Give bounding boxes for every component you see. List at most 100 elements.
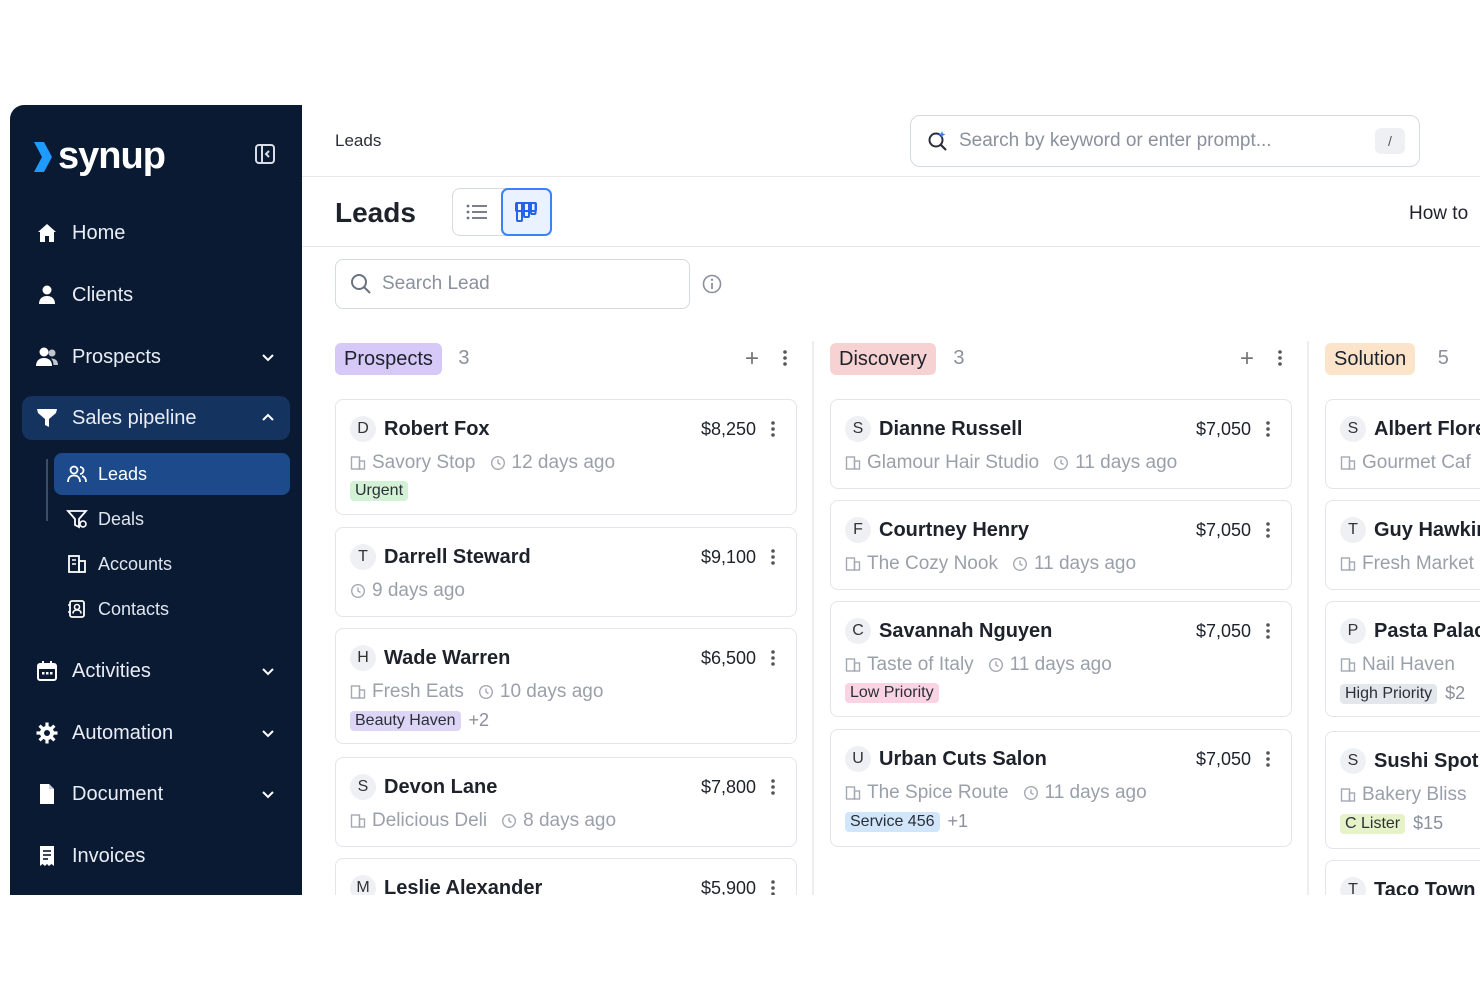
lead-card[interactable]: P Pasta Palac Nail Haven High Priority $2 [1325,601,1480,717]
invoice-icon [34,843,60,869]
lead-name[interactable]: Wade Warren [384,647,510,670]
sidebar-item-document[interactable]: Document [22,772,290,816]
info-icon[interactable] [702,274,722,294]
lead-name[interactable]: Guy Hawkir [1374,519,1480,542]
lead-card[interactable]: H Wade Warren $6,500 Fresh Eats 10 days ago B… [335,628,797,744]
sidebar-item-activities[interactable]: Activities [22,649,290,693]
extra-tags-count[interactable]: $15 [1413,813,1443,834]
global-search-input[interactable]: Search by keyword or enter prompt... / [910,115,1420,167]
stage-label[interactable]: Solution [1325,343,1416,375]
lead-amount: $7,050 [1195,419,1251,439]
lead-name[interactable]: Leslie Alexander [384,877,542,895]
sidebar-item-invoices[interactable]: Invoices [22,834,290,878]
card-more-icon[interactable] [770,879,776,895]
lead-name[interactable]: Taco Town [1374,879,1475,895]
card-more-icon[interactable] [770,649,776,667]
card-more-icon[interactable] [770,420,776,438]
board-view-button[interactable] [500,188,552,236]
list-view-button[interactable] [453,189,502,235]
lead-name[interactable]: Robert Fox [384,418,490,441]
card-more-icon[interactable] [1265,420,1271,438]
lead-tag[interactable]: High Priority [1340,683,1438,704]
add-lead-button[interactable]: + [1240,347,1254,371]
help-link[interactable]: How to [1409,203,1468,225]
lead-tag[interactable]: C Lister [1340,813,1406,834]
main-content: Leads Search by keyword or enter prompt.… [302,105,1480,895]
lead-name[interactable]: Albert Flore [1374,418,1480,441]
lead-card[interactable]: T Darrell Steward $9,100 9 days ago [335,527,797,617]
lead-card[interactable]: M Leslie Alexander $5,900 [335,858,797,895]
sidebar-subitem-leads[interactable]: Leads [54,453,290,495]
lead-card[interactable]: S Dianne Russell $7,050 Glamour Hair Studio… [830,399,1292,489]
lead-meta: Fresh Market [1340,553,1474,575]
avatar: F [845,517,871,543]
card-more-icon[interactable] [770,778,776,796]
lead-tag[interactable]: Urgent [350,481,409,501]
lead-amount: $7,800 [700,777,756,797]
sidebar-item-automation[interactable]: Automation [22,711,290,755]
lead-card[interactable]: S Devon Lane $7,800 Delicious Deli 8 days ag… [335,757,797,847]
lead-card[interactable]: F Courtney Henry $7,050 The Cozy Nook 11 day… [830,500,1292,590]
lead-tag[interactable]: Service 456 [845,811,940,832]
sidebar-item-prospects[interactable]: Prospects [22,335,290,379]
avatar: S [1340,748,1366,774]
breadcrumb[interactable]: Leads [335,131,381,151]
collapse-sidebar-icon[interactable] [254,143,276,165]
chevron-down-icon [262,791,274,799]
lead-meta: The Cozy Nook 11 days ago [845,553,1136,575]
brand-logo[interactable]: synup [32,135,166,178]
avatar: S [1340,416,1366,442]
column-header: Discovery 3 + [830,343,1292,377]
lead-card[interactable]: D Robert Fox $8,250 Savory Stop 12 days ago U… [335,399,797,515]
column-more-icon[interactable] [1277,349,1283,369]
card-more-icon[interactable] [770,548,776,566]
stage-label[interactable]: Discovery [830,343,936,375]
card-more-icon[interactable] [1265,750,1271,768]
lead-tag[interactable]: Low Priority [845,683,939,703]
lead-name[interactable]: Dianne Russell [879,418,1022,441]
sidebar-item-label: Sales pipeline [72,406,197,429]
extra-tags-count[interactable]: $2 [1445,683,1465,704]
lead-card[interactable]: T Guy Hawkir Fresh Market [1325,500,1480,590]
sidebar-item-sales-pipeline[interactable]: Sales pipeline [22,396,290,440]
sidebar-item-home[interactable]: Home [22,211,290,255]
lead-name[interactable]: Pasta Palac [1374,620,1480,643]
lead-tag[interactable]: Beauty Haven [350,710,461,731]
extra-tags-count[interactable]: +2 [469,710,490,731]
lead-search-placeholder: Search Lead [382,273,490,294]
lead-age: 11 days ago [1033,553,1137,574]
lead-company: Taste of Italy [867,654,974,675]
sidebar-subitem-contacts[interactable]: Contacts [54,588,290,630]
lead-name[interactable]: Courtney Henry [879,519,1029,542]
column-more-icon[interactable] [782,349,788,369]
lead-name[interactable]: Sushi Spot [1374,750,1478,773]
clock-icon [1054,455,1069,471]
document-icon [34,781,60,807]
sidebar-subitem-label: Deals [98,508,145,529]
lead-card[interactable]: T Taco Town [1325,860,1480,895]
contact-card-icon [66,598,88,620]
lead-card[interactable]: C Savannah Nguyen $7,050 Taste of Italy 11 d… [830,601,1292,717]
add-lead-button[interactable]: + [745,347,759,371]
lead-meta: Gourmet Caf [1340,452,1471,474]
lead-meta: Glamour Hair Studio 11 days ago [845,452,1177,474]
lead-meta: 9 days ago [350,580,465,602]
sidebar-item-clients[interactable]: Clients [22,273,290,317]
lead-name[interactable]: Devon Lane [384,776,497,799]
lead-name[interactable]: Urban Cuts Salon [879,748,1047,771]
stage-label[interactable]: Prospects [335,343,442,375]
card-more-icon[interactable] [1265,521,1271,539]
lead-name[interactable]: Savannah Nguyen [879,620,1052,643]
card-more-icon[interactable] [1265,622,1271,640]
lead-card[interactable]: S Sushi Spot Bakery Bliss C Lister $15 [1325,731,1480,849]
tag-row: Urgent [350,481,409,501]
extra-tags-count[interactable]: +1 [948,811,969,832]
sidebar-subitem-accounts[interactable]: Accounts [54,543,290,585]
lead-name[interactable]: Darrell Steward [384,546,531,569]
lead-search-input[interactable]: Search Lead [335,259,690,309]
lead-card[interactable]: S Albert Flore Gourmet Caf [1325,399,1480,489]
sidebar-subitem-deals[interactable]: Deals [54,498,290,540]
funnel-icon [34,405,60,431]
tag-row: Service 456 +1 [845,811,968,832]
lead-card[interactable]: U Urban Cuts Salon $7,050 The Spice Route 11… [830,729,1292,847]
